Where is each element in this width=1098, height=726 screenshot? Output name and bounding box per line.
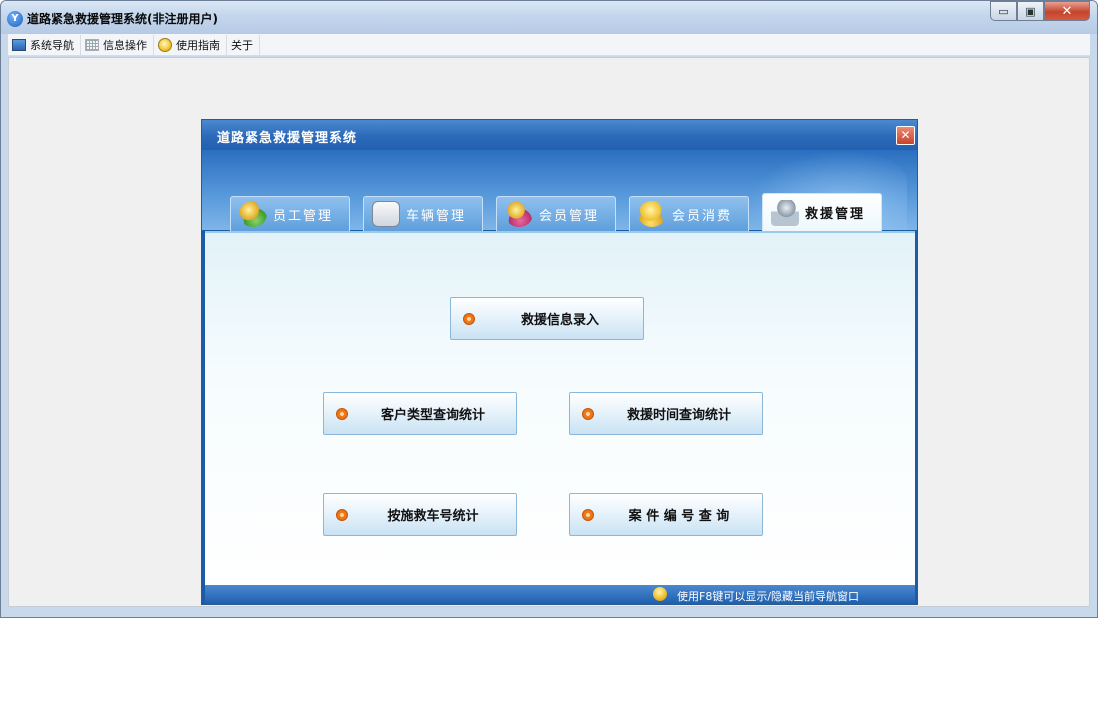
- tab-label: 员工管理: [273, 208, 334, 224]
- arrow-right-icon: [463, 313, 475, 325]
- arrow-right-icon: [582, 509, 594, 521]
- grid-icon: [85, 38, 99, 51]
- arrow-right-icon: [336, 408, 348, 420]
- rescue-icon: [771, 199, 799, 226]
- window-title: 道路紧急救援管理系统(非注册用户): [27, 12, 218, 26]
- menu-label: 关于: [231, 38, 253, 52]
- restore-button[interactable]: ▣: [1017, 1, 1044, 21]
- tab-staff-management[interactable]: 员工管理: [230, 196, 350, 231]
- menu-item-user-guide[interactable]: 使用指南: [154, 34, 227, 55]
- button-label: 救援信息录入: [520, 313, 599, 328]
- monitor-icon: [12, 38, 26, 51]
- button-label: 客户类型查询统计: [380, 408, 485, 423]
- tab-member-management[interactable]: 会员管理: [496, 196, 616, 231]
- menu-label: 使用指南: [176, 38, 220, 52]
- dialog-close-button[interactable]: ✕: [896, 126, 915, 145]
- close-button[interactable]: ✕: [1044, 1, 1090, 21]
- consume-icon: [638, 201, 666, 227]
- tab-label: 会员消费: [672, 208, 733, 224]
- menu-item-info-ops[interactable]: 信息操作: [81, 34, 154, 55]
- member-icon: [505, 201, 533, 227]
- menu-item-system-nav[interactable]: 系统导航: [8, 34, 81, 55]
- menu-bar: 系统导航 信息操作 使用指南 关于: [8, 34, 1090, 56]
- button-label: 案 件 编 号 查 询: [628, 509, 730, 524]
- button-label: 救援时间查询统计: [626, 408, 731, 423]
- tab-strip: 员工管理 车辆管理 会员管理 会员消费 救援管理: [230, 193, 895, 231]
- rescue-entry-button[interactable]: 救援信息录入: [450, 297, 644, 340]
- tip-icon: [653, 587, 667, 601]
- tab-label: 车辆管理: [406, 208, 467, 224]
- staff-icon: [239, 201, 267, 227]
- case-number-query-button[interactable]: 案 件 编 号 查 询: [569, 493, 763, 536]
- tab-member-consumption[interactable]: 会员消费: [629, 196, 749, 231]
- button-label: 按施救车号统计: [387, 509, 479, 524]
- vehicle-icon: [372, 201, 400, 227]
- navigation-dialog: 道路紧急救援管理系统 ✕ 员工管理 车辆管理 会员管理 会员消费 救援管理 救援…: [201, 119, 918, 605]
- tab-rescue-management[interactable]: 救援管理: [762, 193, 882, 231]
- caption-buttons: ▭ ▣ ✕: [990, 1, 1090, 21]
- rescue-time-stats-button[interactable]: 救援时间查询统计: [569, 392, 763, 435]
- rescue-panel: 救援信息录入 客户类型查询统计 救援时间查询统计 按施救车号统计 案 件 编 号…: [205, 231, 915, 585]
- tab-vehicle-management[interactable]: 车辆管理: [363, 196, 483, 231]
- minimize-button[interactable]: ▭: [990, 1, 1017, 21]
- arrow-right-icon: [582, 408, 594, 420]
- dialog-title: 道路紧急救援管理系统: [217, 131, 358, 146]
- app-logo-icon: Y: [7, 11, 23, 27]
- title-bar[interactable]: Y 道路紧急救援管理系统(非注册用户) ▭ ▣ ✕: [1, 1, 1097, 34]
- help-icon: [158, 37, 172, 52]
- arrow-right-icon: [336, 509, 348, 521]
- dialog-title-bar[interactable]: 道路紧急救援管理系统 ✕: [202, 120, 917, 150]
- menu-item-about[interactable]: 关于: [227, 34, 260, 55]
- customer-type-stats-button[interactable]: 客户类型查询统计: [323, 392, 517, 435]
- menu-label: 系统导航: [30, 38, 74, 52]
- vehicle-number-stats-button[interactable]: 按施救车号统计: [323, 493, 517, 536]
- menu-label: 信息操作: [103, 38, 147, 52]
- status-text: 使用F8键可以显示/隐藏当前导航窗口: [677, 590, 860, 603]
- tab-label: 会员管理: [539, 208, 600, 224]
- tab-label: 救援管理: [805, 207, 866, 222]
- dialog-status-bar: 使用F8键可以显示/隐藏当前导航窗口: [205, 585, 915, 604]
